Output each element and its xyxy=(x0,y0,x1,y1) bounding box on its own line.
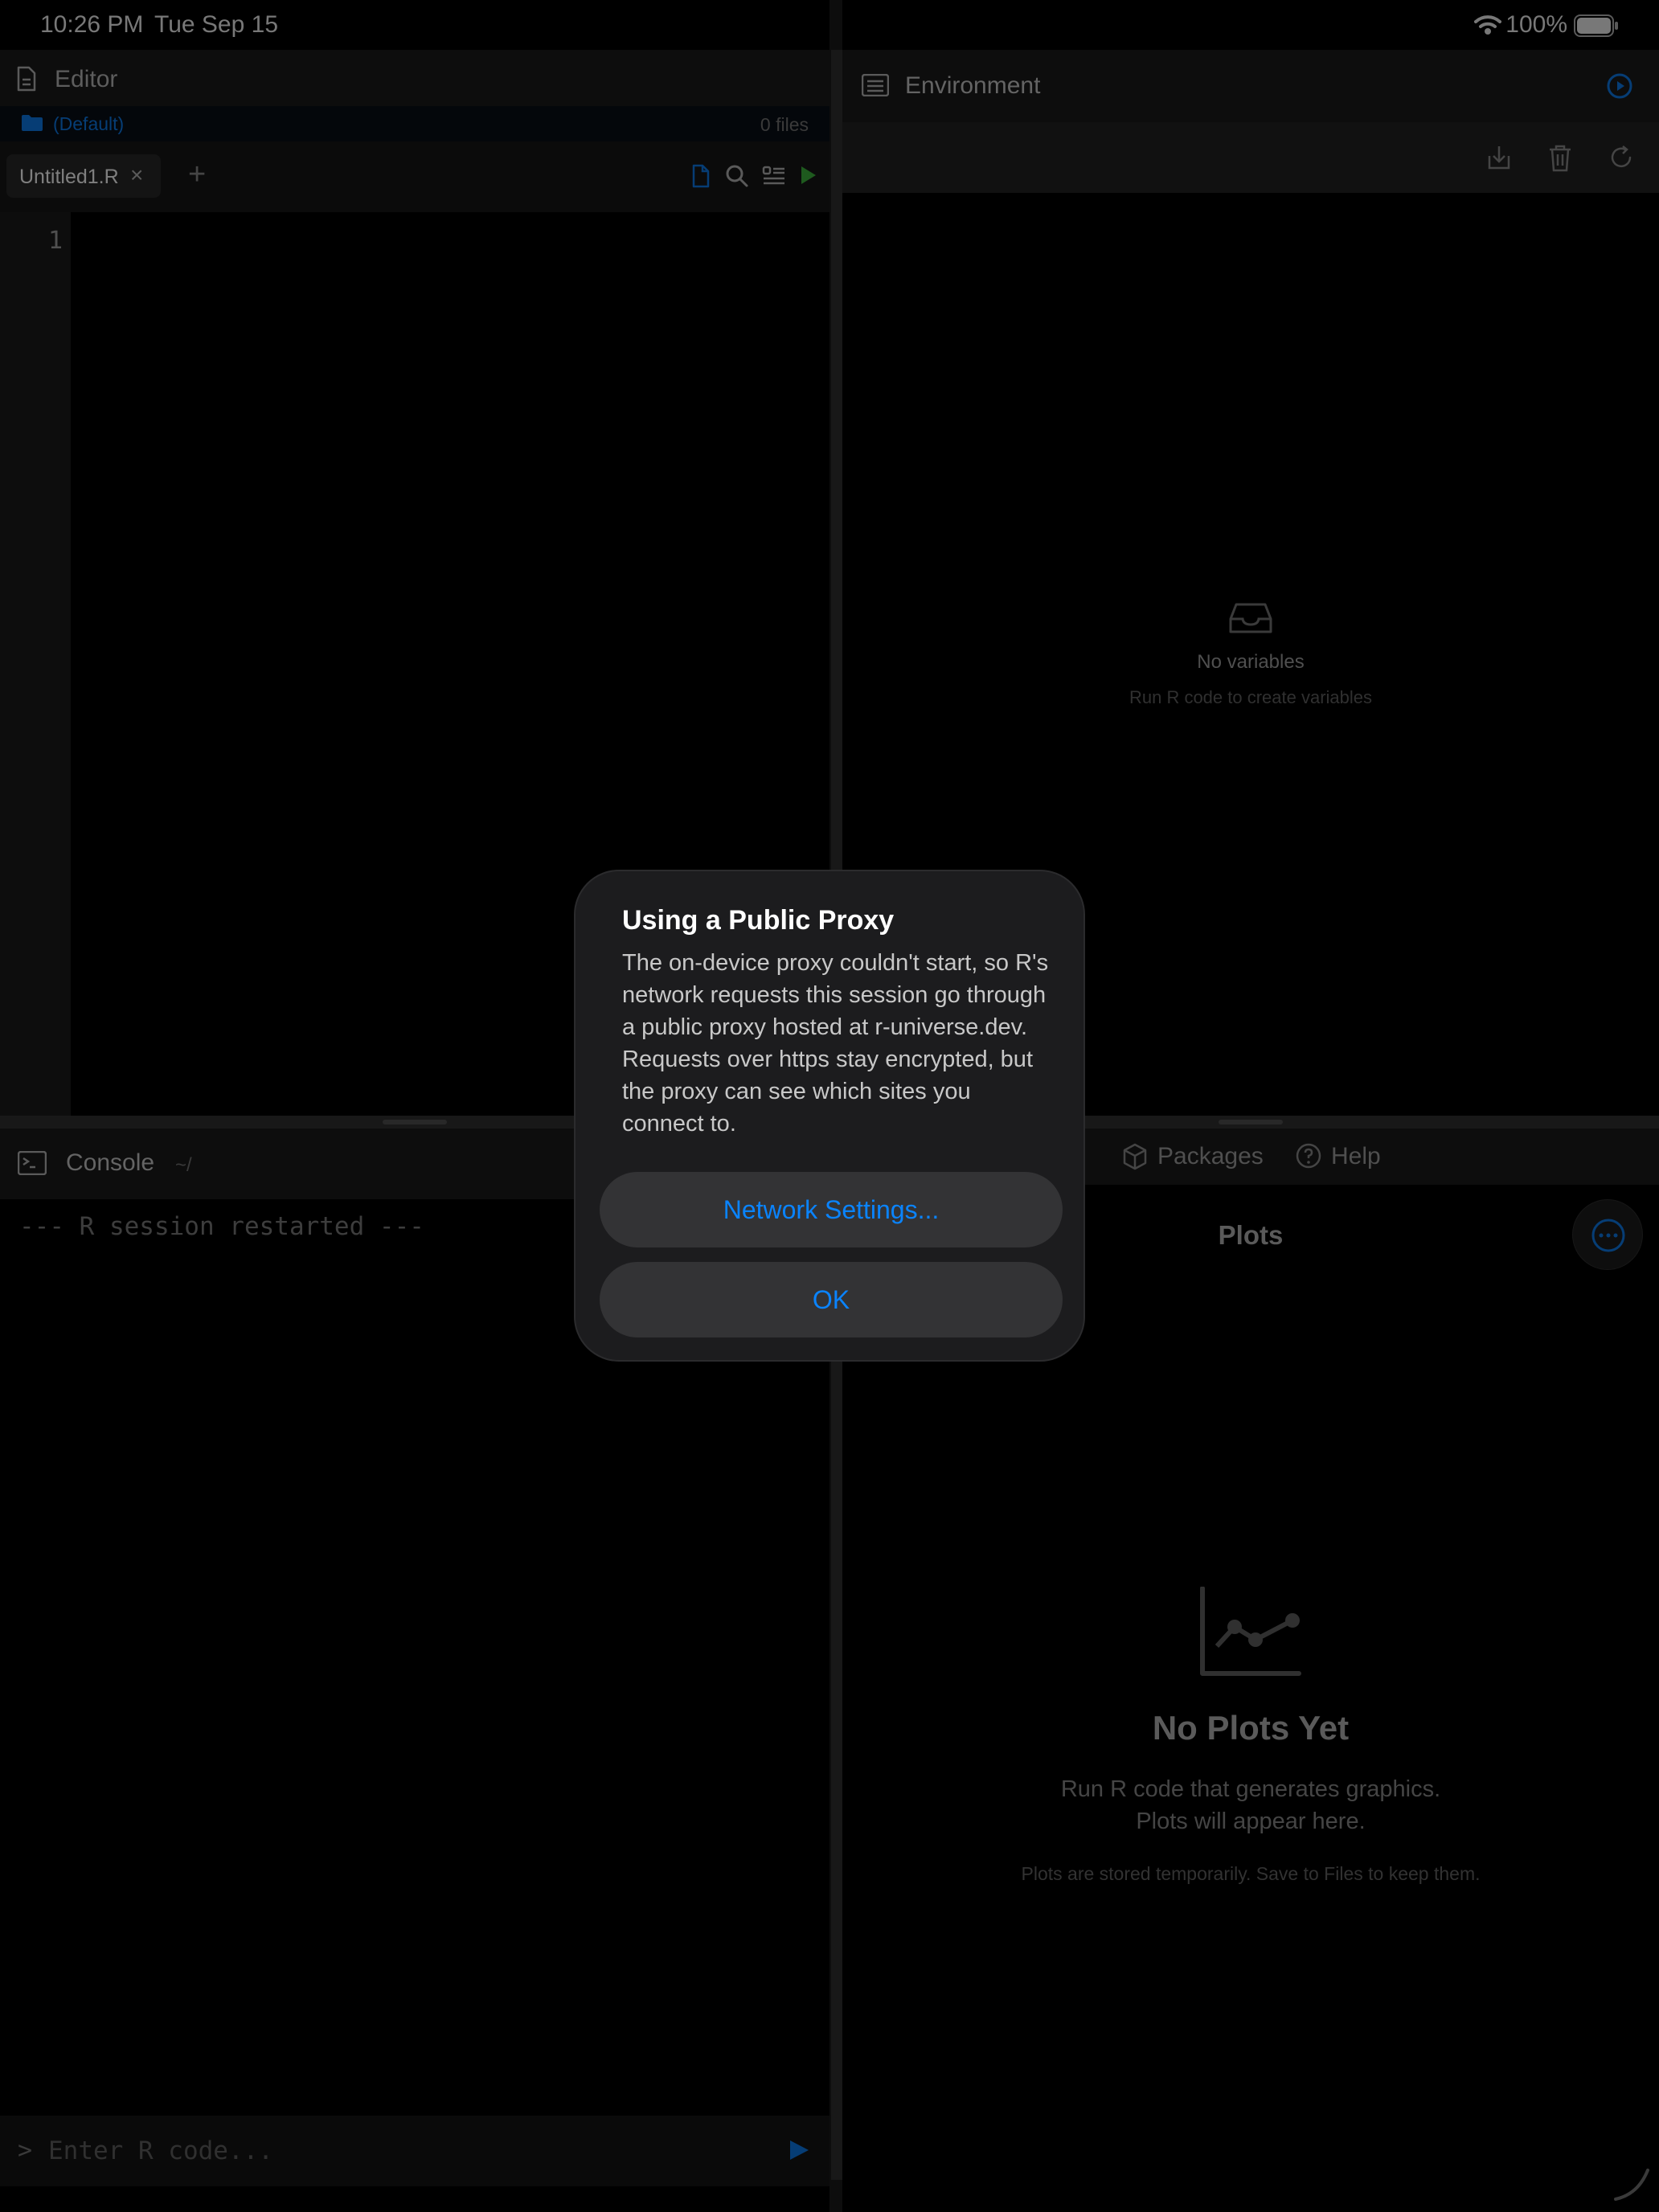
dialog-message: The on-device proxy couldn't start, so R… xyxy=(622,950,1049,1137)
dialog-title: Using a Public Proxy xyxy=(622,905,895,936)
ok-button[interactable]: OK xyxy=(600,1262,1063,1337)
network-settings-button[interactable]: Network Settings... xyxy=(600,1172,1063,1247)
public-proxy-dialog: Using a Public Proxy The on-device proxy… xyxy=(574,870,1085,1362)
